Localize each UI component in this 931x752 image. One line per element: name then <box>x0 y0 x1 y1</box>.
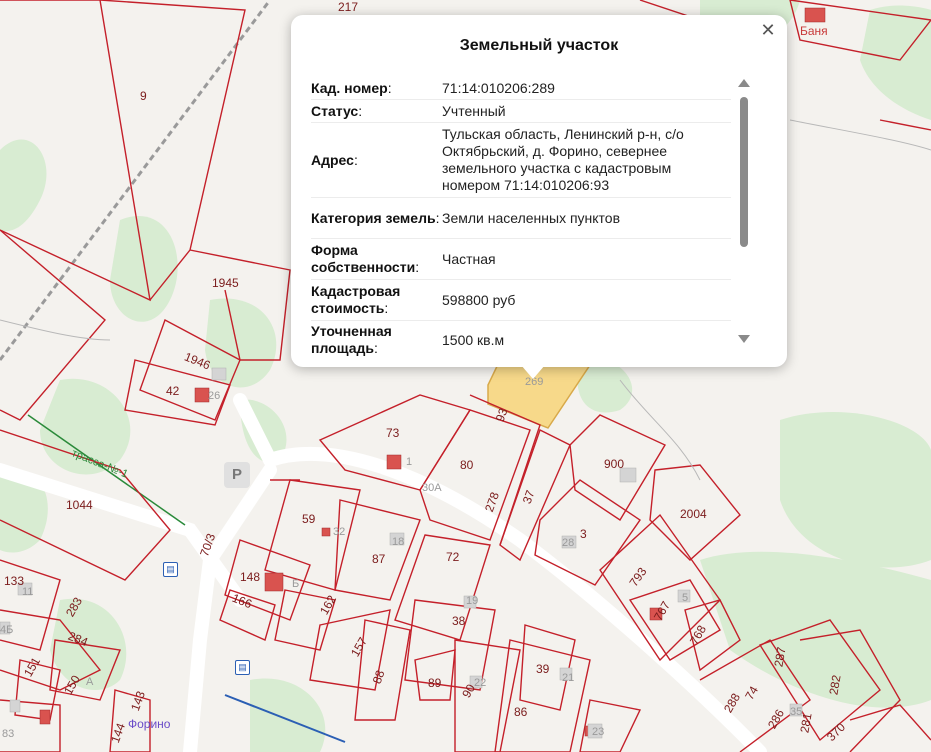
scroll-up-icon[interactable] <box>738 79 750 87</box>
parcel-label: 3 <box>580 527 587 541</box>
parcel-label: 38 <box>452 614 466 628</box>
row-value: Частная <box>442 250 496 267</box>
house-number: 1 <box>406 456 413 468</box>
properties-table: Кад. номер: 71:14:010206:289 Статус: Учт… <box>311 77 731 359</box>
parcel-label: 217 <box>338 0 359 14</box>
row-value: Учтенный <box>442 102 506 119</box>
parcel-label: 42 <box>166 384 180 398</box>
close-icon[interactable]: ✕ <box>759 21 777 39</box>
parcel-label: 80 <box>460 458 474 472</box>
house-number: 30А <box>422 482 442 494</box>
house-number: Б <box>292 578 300 590</box>
row-label: Адрес <box>311 151 354 168</box>
village-label: Форино <box>128 717 171 731</box>
popup-title: Земельный участок <box>459 37 619 54</box>
parcel-label: 2004 <box>680 507 707 521</box>
house-number: 32 <box>333 526 346 538</box>
colon: : <box>384 300 389 316</box>
parcel-label: 86 <box>514 705 528 719</box>
bus-stop-icon[interactable]: ▤ <box>163 562 178 577</box>
bath-label: Баня <box>800 24 828 38</box>
land-plot-popup: Земельный участок ✕ Кад. номер: 71:14:01… <box>291 15 787 367</box>
house-number: 83 <box>2 728 15 740</box>
row-value: Земли населенных пунктов <box>442 209 621 226</box>
house-number: 21 <box>562 672 575 684</box>
scrollbar[interactable] <box>737 79 751 343</box>
row-label: Статус <box>311 102 359 119</box>
parcel-label: 87 <box>372 552 386 566</box>
parcel-label: 1044 <box>66 498 93 512</box>
parcel-label: 73 <box>386 426 400 440</box>
table-row: Статус: Учтенный <box>311 100 731 123</box>
house-number: 4Б <box>0 624 14 636</box>
row-value: 71:14:010206:289 <box>442 79 555 96</box>
colon: : <box>353 151 358 168</box>
colon: : <box>373 340 378 356</box>
parcel-label: 1945 <box>212 276 239 290</box>
table-row: Адрес: Тульская область, Ленинский р-н, … <box>311 123 731 198</box>
house-number: 23 <box>592 726 605 738</box>
scroll-thumb[interactable] <box>740 97 748 247</box>
table-row: Форма собственности: Частная <box>311 239 731 280</box>
parcel-label: 89 <box>428 676 442 690</box>
scroll-down-icon[interactable] <box>738 335 750 343</box>
parcel-label: 9 <box>140 89 147 103</box>
row-label: Кад. номер <box>311 79 388 96</box>
row-label: Уточненная площадь <box>311 323 392 356</box>
row-value: Тульская область, Ленинский р-н, с/о Окт… <box>442 126 684 193</box>
parcel-label: 72 <box>446 550 460 564</box>
row-value: 598800 руб <box>442 291 516 308</box>
house-number: 18 <box>392 536 405 548</box>
row-value: 1500 кв.м <box>442 331 505 348</box>
colon: : <box>387 79 392 96</box>
house-number: 5 <box>682 592 689 604</box>
table-row: Кадастровая стоимость: 598800 руб <box>311 280 731 321</box>
parcel-label: 59 <box>302 512 316 526</box>
table-row: Уточненная площадь: 1500 кв.м <box>311 321 731 359</box>
house-number: 26 <box>208 390 221 402</box>
house-number: А <box>86 676 94 688</box>
bus-stop-icon[interactable]: ▤ <box>235 660 250 675</box>
house-number: 35 <box>790 706 803 718</box>
parcel-label: 148 <box>240 570 261 584</box>
house-number: 11 <box>22 586 34 598</box>
popup-pointer <box>521 365 545 379</box>
house-number: 22 <box>474 677 487 689</box>
house-number: 19 <box>466 595 479 607</box>
house-number: 28 <box>562 537 575 549</box>
table-row: Кад. номер: 71:14:010206:289 <box>311 77 731 100</box>
parking-icon[interactable]: P <box>224 462 250 488</box>
colon: : <box>435 209 440 226</box>
colon: : <box>358 102 363 119</box>
parcel-label: 39 <box>536 662 550 676</box>
table-row: Категория земель: Земли населенных пункт… <box>311 198 731 239</box>
parcel-label: 900 <box>604 457 625 471</box>
row-label: Категория земель <box>311 209 436 226</box>
colon: : <box>415 259 420 275</box>
row-label: Форма собственности <box>311 242 416 275</box>
